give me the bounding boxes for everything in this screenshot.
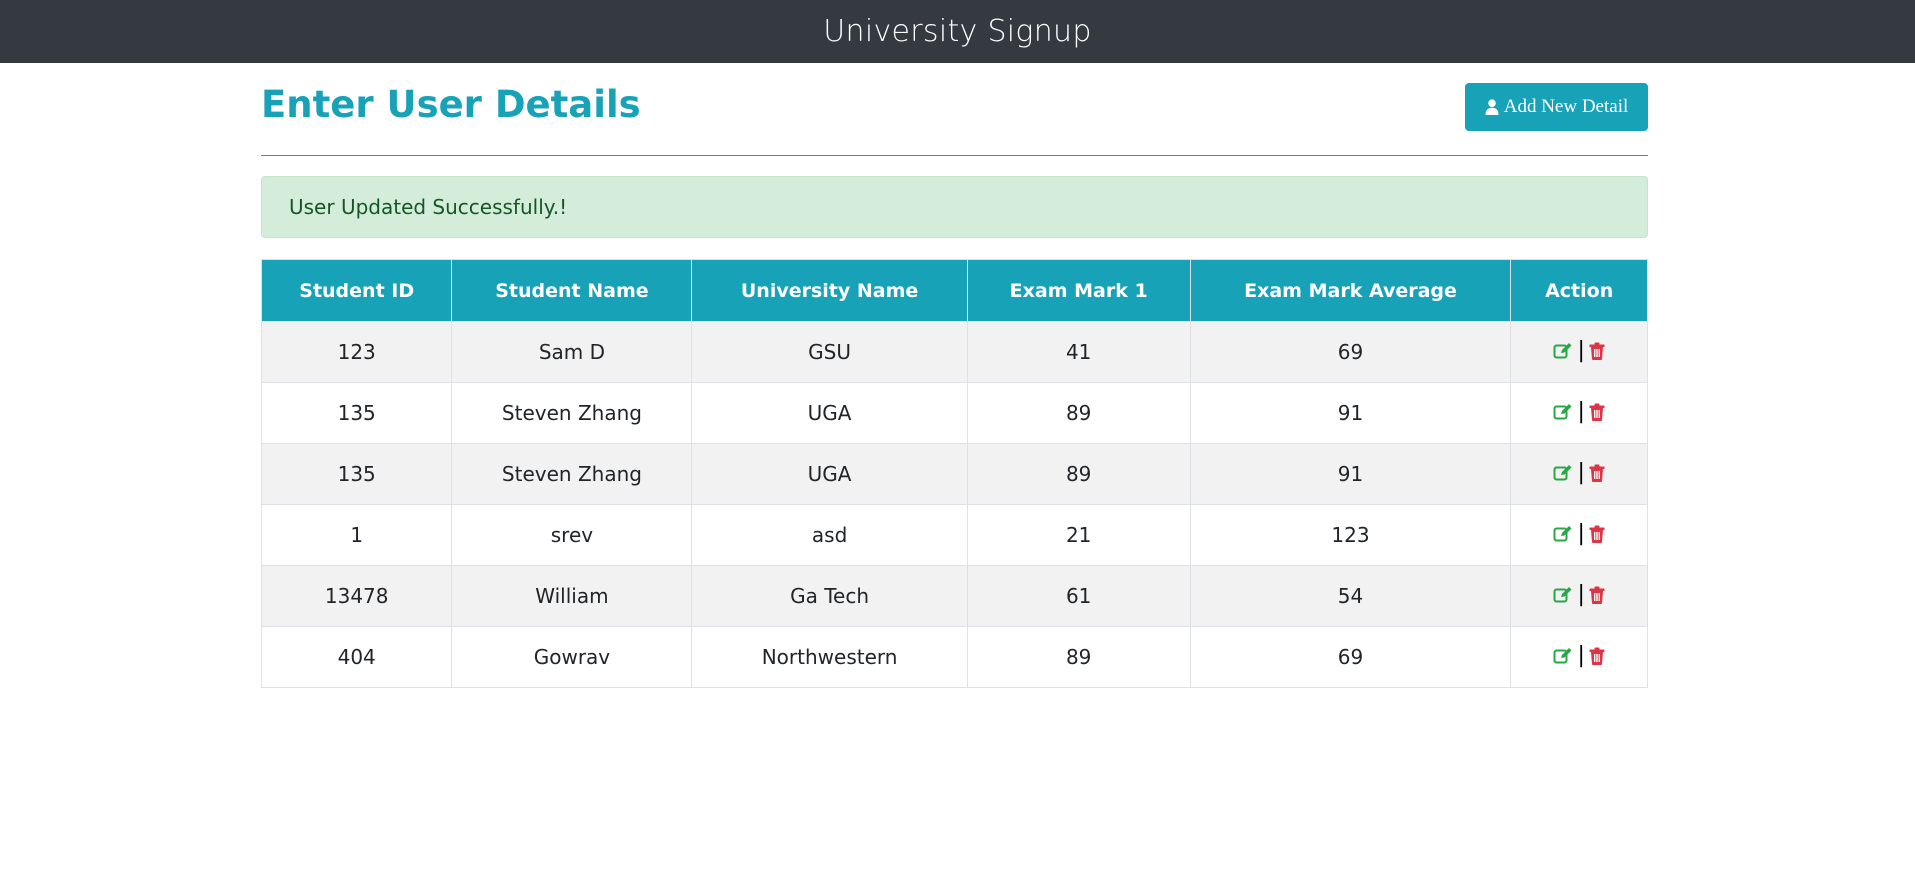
trash-icon[interactable] bbox=[1589, 342, 1605, 360]
cell-exam-mark-average: 123 bbox=[1189, 504, 1512, 566]
divider bbox=[261, 155, 1648, 156]
col-university-name: University Name bbox=[691, 259, 968, 322]
table-row: 123 Sam D GSU 41 69 | bbox=[260, 321, 1648, 383]
action-separator: | bbox=[1577, 337, 1585, 363]
table-body: 123 Sam D GSU 41 69 | 135 Steven Zhang U… bbox=[260, 321, 1648, 688]
trash-icon[interactable] bbox=[1589, 403, 1605, 421]
cell-university-name: UGA bbox=[691, 382, 968, 444]
action-separator: | bbox=[1577, 398, 1585, 424]
col-student-name: Student Name bbox=[451, 259, 693, 322]
cell-student-name: William bbox=[451, 565, 693, 627]
navbar-title: University Signup bbox=[823, 14, 1092, 49]
action-separator: | bbox=[1577, 520, 1585, 546]
cell-university-name: asd bbox=[691, 504, 968, 566]
trash-icon[interactable] bbox=[1589, 647, 1605, 665]
cell-action: | bbox=[1510, 443, 1648, 505]
trash-icon[interactable] bbox=[1589, 464, 1605, 482]
cell-exam-mark-average: 69 bbox=[1189, 321, 1512, 383]
cell-exam-mark-average: 69 bbox=[1189, 626, 1512, 688]
cell-student-name: Gowrav bbox=[451, 626, 693, 688]
cell-action: | bbox=[1510, 382, 1648, 444]
user-icon bbox=[1485, 99, 1499, 115]
add-new-detail-label: Add New Detail bbox=[1503, 96, 1629, 117]
cell-exam-mark-1: 61 bbox=[966, 565, 1191, 627]
table-row: 135 Steven Zhang UGA 89 91 | bbox=[260, 443, 1648, 505]
main-container: Enter User Details Add New Detail User U… bbox=[260, 63, 1648, 688]
cell-action: | bbox=[1510, 504, 1648, 566]
alert-message: User Updated Successfully.! bbox=[289, 195, 568, 219]
cell-university-name: UGA bbox=[691, 443, 968, 505]
col-action: Action bbox=[1510, 259, 1648, 322]
navbar: University Signup bbox=[0, 0, 1915, 63]
cell-exam-mark-1: 89 bbox=[966, 382, 1191, 444]
edit-icon[interactable] bbox=[1553, 464, 1573, 482]
cell-action: | bbox=[1510, 565, 1648, 627]
table-row: 404 Gowrav Northwestern 89 69 | bbox=[260, 626, 1648, 688]
table-row: 1 srev asd 21 123 | bbox=[260, 504, 1648, 566]
cell-action: | bbox=[1510, 321, 1648, 383]
cell-student-name: Sam D bbox=[451, 321, 693, 383]
success-alert: User Updated Successfully.! bbox=[261, 176, 1648, 238]
action-separator: | bbox=[1577, 581, 1585, 607]
cell-exam-mark-1: 41 bbox=[966, 321, 1191, 383]
cell-student-id: 1 bbox=[260, 504, 453, 566]
cell-exam-mark-1: 89 bbox=[966, 443, 1191, 505]
table-row: 135 Steven Zhang UGA 89 91 | bbox=[260, 382, 1648, 444]
edit-icon[interactable] bbox=[1553, 525, 1573, 543]
cell-exam-mark-average: 54 bbox=[1189, 565, 1512, 627]
cell-student-id: 135 bbox=[260, 382, 453, 444]
action-separator: | bbox=[1577, 642, 1585, 668]
add-new-detail-button[interactable]: Add New Detail bbox=[1465, 83, 1648, 131]
cell-student-id: 135 bbox=[260, 443, 453, 505]
edit-icon[interactable] bbox=[1553, 403, 1573, 421]
cell-university-name: GSU bbox=[691, 321, 968, 383]
cell-student-id: 13478 bbox=[260, 565, 453, 627]
cell-university-name: Northwestern bbox=[691, 626, 968, 688]
students-table: Student ID Student Name University Name … bbox=[260, 259, 1648, 688]
cell-university-name: Ga Tech bbox=[691, 565, 968, 627]
cell-student-id: 404 bbox=[260, 626, 453, 688]
trash-icon[interactable] bbox=[1589, 586, 1605, 604]
edit-icon[interactable] bbox=[1553, 342, 1573, 360]
table-row: 13478 William Ga Tech 61 54 | bbox=[260, 565, 1648, 627]
edit-icon[interactable] bbox=[1553, 586, 1573, 604]
cell-student-name: Steven Zhang bbox=[451, 382, 693, 444]
page-title: Enter User Details bbox=[261, 83, 641, 126]
cell-exam-mark-average: 91 bbox=[1189, 382, 1512, 444]
cell-exam-mark-1: 21 bbox=[966, 504, 1191, 566]
action-separator: | bbox=[1577, 459, 1585, 485]
edit-icon[interactable] bbox=[1553, 647, 1573, 665]
cell-student-name: srev bbox=[451, 504, 693, 566]
header-row: Enter User Details Add New Detail bbox=[261, 63, 1648, 155]
col-exam-mark-average: Exam Mark Average bbox=[1189, 259, 1512, 322]
table-header-row: Student ID Student Name University Name … bbox=[260, 259, 1648, 322]
col-exam-mark-1: Exam Mark 1 bbox=[966, 259, 1191, 322]
col-student-id: Student ID bbox=[260, 259, 453, 322]
trash-icon[interactable] bbox=[1589, 525, 1605, 543]
cell-student-id: 123 bbox=[260, 321, 453, 383]
cell-student-name: Steven Zhang bbox=[451, 443, 693, 505]
cell-action: | bbox=[1510, 626, 1648, 688]
cell-exam-mark-1: 89 bbox=[966, 626, 1191, 688]
cell-exam-mark-average: 91 bbox=[1189, 443, 1512, 505]
